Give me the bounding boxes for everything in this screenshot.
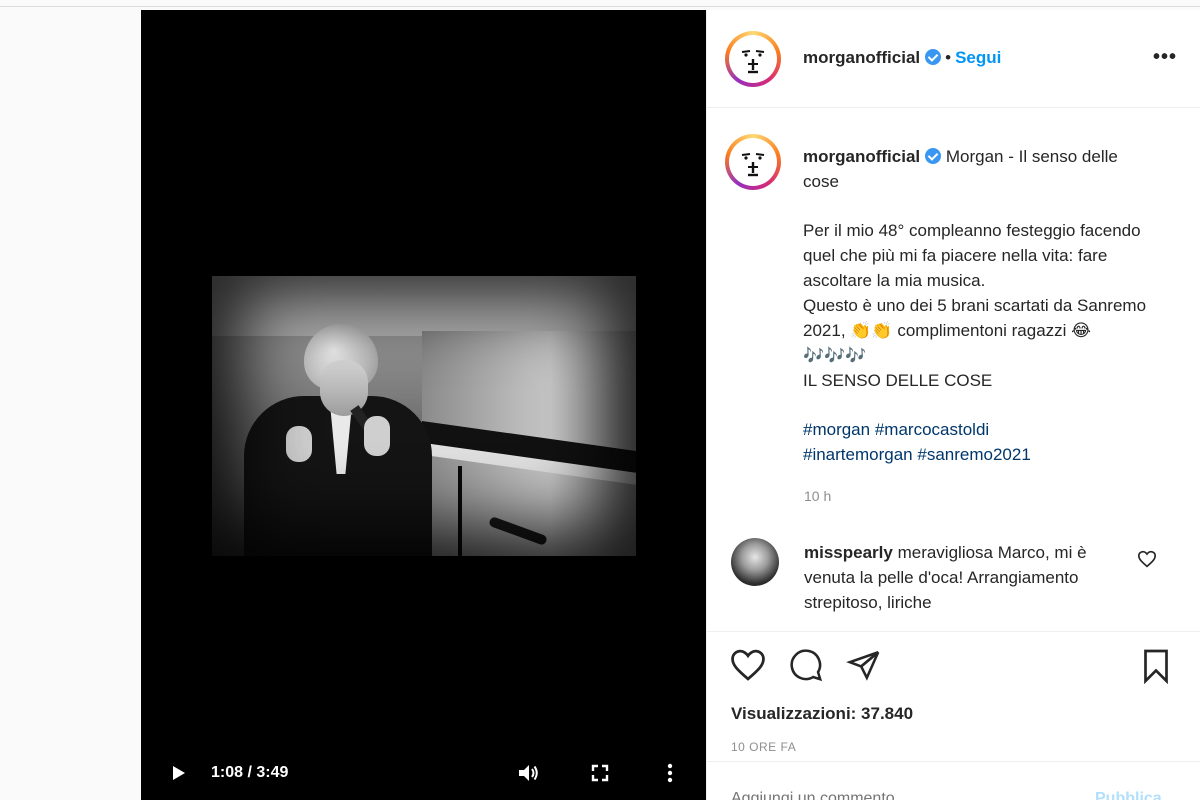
comment-input[interactable]: [731, 790, 1031, 800]
heart-icon[interactable]: [729, 648, 769, 684]
caption-line: Per il mio 48° compleanno festeggio face…: [803, 221, 1141, 290]
video-player[interactable]: 1:08 / 3:49: [141, 10, 706, 800]
comment-item: misspearly meravigliosa Marco, mi è venu…: [804, 540, 1104, 615]
video-time: 1:08 / 3:49: [211, 764, 289, 781]
volume-icon[interactable]: [517, 762, 541, 784]
separator-dot: •: [945, 48, 952, 67]
hashtag-link[interactable]: #sanremo2021: [917, 445, 1030, 464]
more-vertical-icon[interactable]: [663, 762, 677, 784]
post-options-button[interactable]: •••: [1153, 47, 1177, 67]
bookmark-icon[interactable]: [1139, 648, 1179, 685]
verified-badge-icon: [925, 49, 942, 65]
post-actions: Visualizzazioni: 37.840 10 ORE FA: [707, 631, 1200, 761]
post-caption: morganofficial Morgan - Il senso delle c…: [803, 144, 1147, 467]
paper-plane-icon[interactable]: [845, 648, 885, 684]
caption-username[interactable]: morganofficial: [803, 147, 920, 166]
caption-avatar[interactable]: [725, 134, 781, 190]
post-header: morganofficial • Segui •••: [707, 10, 1200, 108]
hashtag-link[interactable]: #inartemorgan: [803, 445, 913, 464]
caption-line: Questo è uno dei 5 brani scartati da San…: [803, 296, 1147, 365]
post-date[interactable]: 10 ORE FA: [731, 740, 796, 754]
post-sidebar: morganofficial • Segui ••• morganofficial …: [706, 10, 1200, 800]
heart-icon[interactable]: [1137, 550, 1157, 568]
hashtag-link[interactable]: #morgan: [803, 420, 870, 439]
add-comment-bar: Pubblica: [707, 761, 1200, 800]
comment-icon[interactable]: [787, 648, 827, 684]
caption-timestamp[interactable]: 10 h: [804, 488, 831, 504]
commenter-avatar[interactable]: [731, 538, 779, 586]
video-controls: 1:08 / 3:49: [141, 756, 706, 790]
caption-line: IL SENSO DELLE COSE: [803, 371, 993, 390]
follow-button[interactable]: Segui: [955, 48, 1001, 67]
top-divider: [0, 6, 1200, 7]
header-username[interactable]: morganofficial: [803, 48, 920, 67]
fullscreen-icon[interactable]: [589, 762, 611, 784]
avatar[interactable]: [725, 31, 781, 87]
hashtag-link[interactable]: #marcocastoldi: [875, 420, 989, 439]
views-count[interactable]: Visualizzazioni: 37.840: [731, 704, 913, 724]
publish-button[interactable]: Pubblica: [1095, 790, 1162, 800]
comment-username[interactable]: misspearly: [804, 543, 893, 562]
play-icon[interactable]: [171, 764, 189, 782]
video-frame: [212, 276, 636, 556]
verified-badge-icon: [925, 148, 942, 164]
